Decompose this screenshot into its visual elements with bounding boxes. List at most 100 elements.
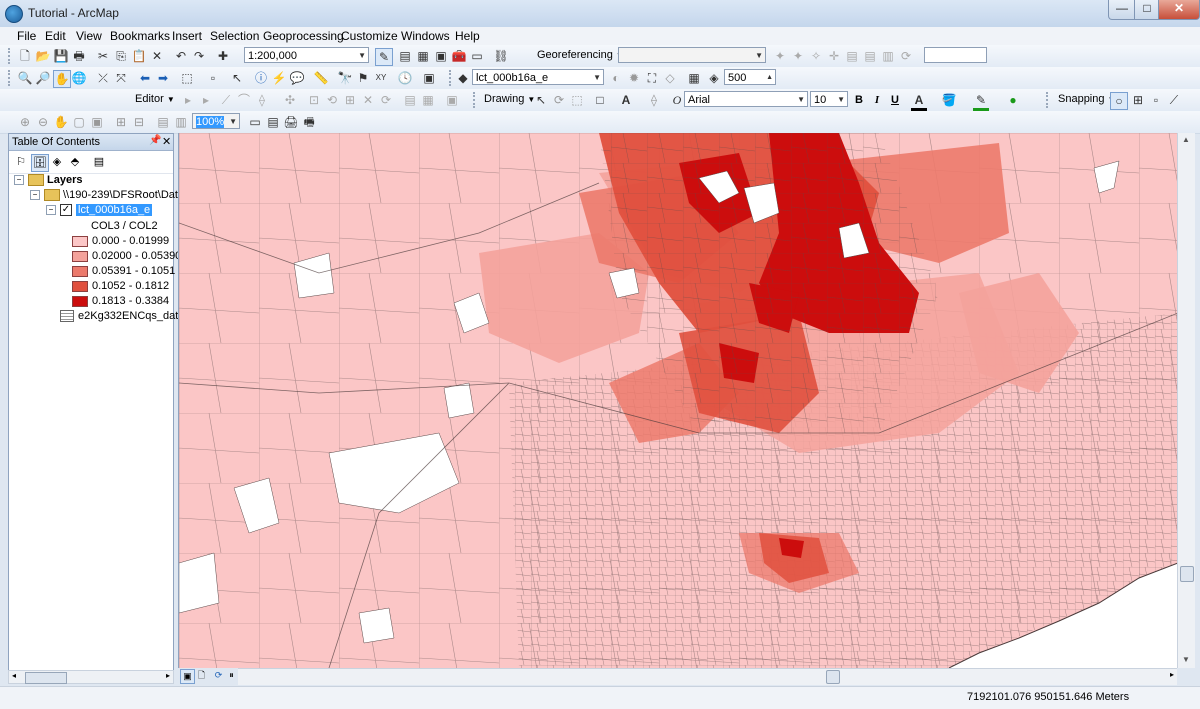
toolbar-grip[interactable]	[8, 48, 14, 64]
legend-class[interactable]: 0.05391 - 0.1051	[72, 265, 175, 277]
menu-geoprocessing[interactable]: Geoprocessing	[263, 29, 344, 43]
html-popup-icon[interactable]: 💬	[289, 70, 305, 86]
list-by-selection-icon[interactable]: ⬘	[67, 154, 83, 170]
layout-view-icon[interactable]: 🗋	[195, 669, 208, 682]
list-by-drawing-order-icon[interactable]: ⚐	[13, 154, 29, 170]
toc-horizontal-scrollbar[interactable]: ◂ ▸	[8, 670, 174, 684]
scroll-up-icon[interactable]: ▲	[1182, 135, 1190, 144]
redo-icon[interactable]: ↷	[191, 48, 207, 64]
select-elements-icon[interactable]: ↖	[229, 70, 245, 86]
time-slider-icon[interactable]: 🕓	[397, 70, 413, 86]
choropleth-map[interactable]	[179, 133, 1178, 668]
identify-icon[interactable]: ⓘ	[253, 70, 269, 86]
legend-class[interactable]: 0.02000 - 0.05390	[72, 250, 181, 262]
find-route-icon[interactable]: ⚑	[355, 70, 371, 86]
scroll-thumb[interactable]	[1180, 566, 1194, 582]
menu-view[interactable]: View	[76, 29, 102, 43]
save-icon[interactable]: 💾	[53, 48, 69, 64]
close-button[interactable]: ✕	[1158, 0, 1200, 20]
toolbar-grip[interactable]	[473, 92, 479, 108]
scale-combo[interactable]: 1:200,000 ▼	[244, 47, 369, 63]
georeferencing-menu[interactable]: Georeferencing ▼	[537, 49, 624, 61]
drawing-menu[interactable]: Drawing ▼	[484, 93, 535, 105]
line-color-icon[interactable]: ✎	[973, 92, 989, 111]
point-snapping-icon[interactable]: ○	[1110, 92, 1128, 110]
georef-empty-combo[interactable]	[924, 47, 987, 63]
resolution-input[interactable]: 500 ▲	[724, 69, 776, 85]
print-icon[interactable]: 🖶	[71, 48, 87, 64]
modelbuilder-icon[interactable]: ⛓	[493, 48, 509, 64]
change-layout-icon[interactable]: 🖨	[283, 114, 299, 130]
marker-color-icon[interactable]: ●	[1005, 92, 1021, 108]
scroll-thumb[interactable]	[25, 672, 67, 684]
font-combo[interactable]: Arial ▼	[684, 91, 808, 107]
snapping-menu[interactable]: Snapping ▼	[1058, 93, 1115, 105]
layer-combo[interactable]: lct_000b16a_e ▼	[472, 69, 604, 85]
forward-arrow-icon[interactable]: ➡	[155, 70, 171, 86]
menu-edit[interactable]: Edit	[45, 29, 66, 43]
back-arrow-icon[interactable]: ⬅	[137, 70, 153, 86]
go-to-xy-icon[interactable]: XY	[373, 70, 389, 86]
hyperlink-icon[interactable]: ⚡	[271, 70, 287, 86]
arctoolbox-icon[interactable]: 🧰	[451, 48, 467, 64]
menu-bookmarks[interactable]: Bookmarks	[110, 29, 170, 43]
full-extent-icon[interactable]: 🌐	[71, 70, 87, 86]
toolbar-grip[interactable]	[1046, 92, 1052, 108]
copy-icon[interactable]: ⎘	[113, 48, 129, 64]
menu-insert[interactable]: Insert	[172, 29, 202, 43]
rectangle-icon[interactable]: □	[592, 92, 608, 108]
vertex-snapping-icon[interactable]: ▫	[1148, 92, 1164, 108]
scroll-thumb[interactable]	[826, 670, 840, 684]
paste-icon[interactable]: 📋	[131, 48, 147, 64]
add-data-icon[interactable]: ✚	[215, 48, 231, 64]
select-features-icon[interactable]: ⬚	[179, 70, 195, 86]
measure-icon[interactable]: 📏	[313, 70, 329, 86]
menu-windows[interactable]: Windows	[401, 29, 450, 43]
menu-file[interactable]: File	[17, 29, 36, 43]
pause-drawing-icon[interactable]: ⏸	[225, 669, 238, 682]
find-icon[interactable]: 🔭	[337, 70, 353, 86]
collapse-icon[interactable]: −	[14, 175, 24, 186]
delete-icon[interactable]: ✕	[149, 48, 165, 64]
toggle-draft-mode-icon[interactable]: ▭	[247, 114, 263, 130]
edge-snapping-icon[interactable]: ⟋	[1166, 92, 1182, 108]
zoom-out-icon[interactable]: 🔎	[35, 70, 51, 86]
options-icon[interactable]: ▤	[91, 154, 107, 170]
undo-icon[interactable]: ↶	[173, 48, 189, 64]
open-folder-icon[interactable]: 📂	[35, 48, 51, 64]
underline-button[interactable]: U	[887, 92, 903, 108]
select-elements-icon[interactable]: ↖	[533, 92, 549, 108]
list-by-visibility-icon[interactable]: ◈	[49, 154, 65, 170]
layer-row[interactable]: − ✓ lct_000b16a_e	[46, 204, 153, 217]
overview-icon[interactable]: ▦	[686, 70, 702, 86]
layout-zoom-combo[interactable]: 100% ▼	[192, 113, 240, 129]
data-view-icon[interactable]: ▣	[180, 669, 195, 684]
scroll-left-icon[interactable]: ◂	[12, 671, 16, 680]
new-document-icon[interactable]: 🗋	[17, 48, 33, 64]
scroll-down-icon[interactable]: ▼	[1182, 655, 1190, 664]
table-of-contents-icon[interactable]: ▤	[397, 48, 413, 64]
map-display[interactable]	[178, 133, 1178, 668]
scroll-right-icon[interactable]: ▸	[1170, 670, 1174, 679]
map-horizontal-scrollbar[interactable]: ▸	[238, 668, 1177, 685]
catalog-icon[interactable]: ▦	[415, 48, 431, 64]
text-icon[interactable]: A	[618, 92, 634, 108]
italic-button[interactable]: I	[869, 92, 885, 108]
fill-color-icon[interactable]: 🪣	[941, 92, 957, 108]
toolbar-grip[interactable]	[8, 70, 14, 86]
georef-layer-combo[interactable]: ▼	[618, 47, 766, 63]
menu-customize[interactable]: Customize	[341, 29, 398, 43]
maximize-button[interactable]: □	[1134, 0, 1160, 20]
cut-icon[interactable]: ✂	[95, 48, 111, 64]
map-vertical-scrollbar[interactable]: ▲ ▼	[1177, 133, 1195, 668]
table-row[interactable]: e2Kg332ENCqs_data	[60, 310, 184, 323]
fixed-zoom-in-icon[interactable]: ⤫	[95, 70, 111, 86]
layer-visibility-checkbox[interactable]: ✓	[60, 204, 72, 217]
legend-class[interactable]: 0.1052 - 0.1812	[72, 280, 169, 292]
editor-menu[interactable]: Editor ▼	[135, 93, 175, 105]
data-driven-pages-icon[interactable]: 🖷	[301, 114, 317, 130]
data-source-path[interactable]: − \\190-239\DFSRoot\Data\	[30, 189, 187, 202]
end-snapping-icon[interactable]: ⊞	[1130, 92, 1146, 108]
refresh-view-icon[interactable]: ⟳	[212, 669, 225, 682]
zoom-in-icon[interactable]: 🔍	[17, 70, 33, 86]
